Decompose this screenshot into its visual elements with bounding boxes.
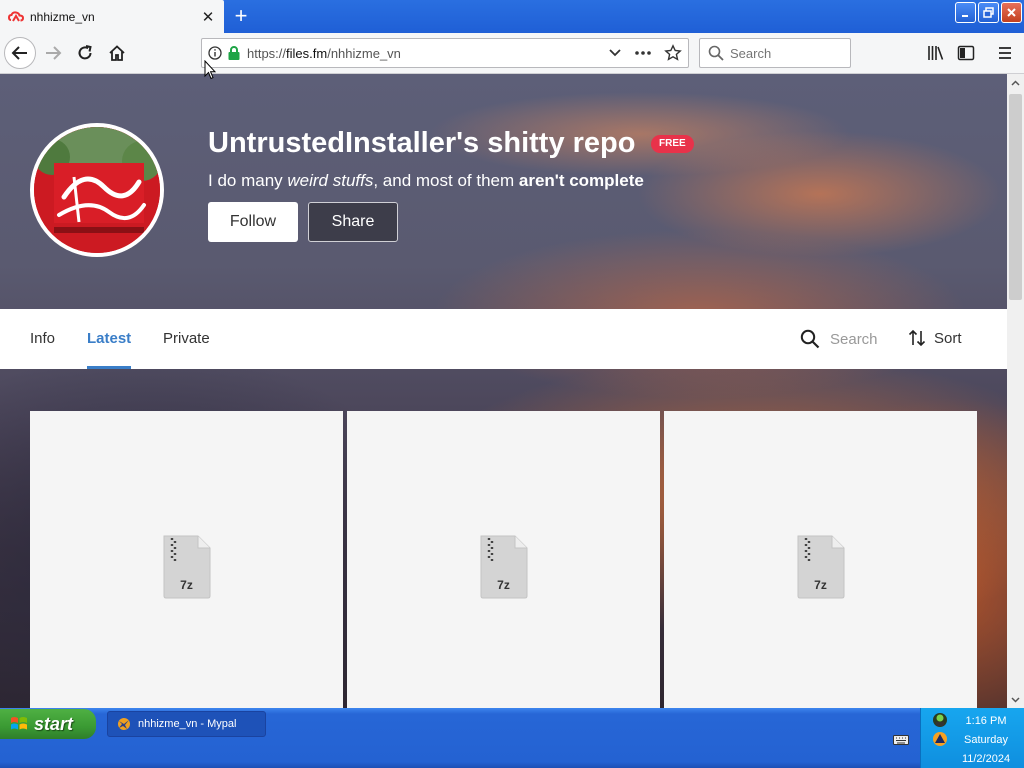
- profile-avatar[interactable]: [30, 123, 164, 257]
- forward-arrow-icon: [46, 46, 62, 60]
- back-arrow-icon: [11, 46, 27, 60]
- browser-search-box[interactable]: [699, 38, 851, 68]
- clock-date: 11/2/2024: [961, 753, 1011, 765]
- taskbar-window-item[interactable]: nhhizme_vn - Mypal: [107, 711, 266, 737]
- reload-icon: [78, 45, 92, 60]
- clock-time: 1:16 PM: [965, 715, 1007, 727]
- sidebar-icon: [957, 45, 975, 61]
- restore-button[interactable]: [978, 2, 999, 23]
- avatar-image-icon: [34, 127, 160, 253]
- scroll-up-button[interactable]: [1007, 74, 1024, 91]
- file-card[interactable]: 7z: [347, 411, 660, 708]
- free-badge: FREE: [651, 135, 694, 153]
- sidebar-toggle-button[interactable]: [951, 38, 981, 68]
- close-window-button[interactable]: [1001, 2, 1022, 23]
- browser-navbar: https://files.fm/nhhizme_vn: [0, 33, 1024, 74]
- reload-button[interactable]: [70, 38, 100, 68]
- back-button[interactable]: [4, 37, 36, 69]
- share-button[interactable]: Share: [308, 202, 398, 242]
- home-button[interactable]: [102, 38, 132, 68]
- sort-button[interactable]: Sort: [908, 329, 962, 347]
- file-extension: 7z: [497, 578, 510, 592]
- close-tab-icon[interactable]: ✕: [200, 9, 216, 26]
- scroll-down-button[interactable]: [1007, 691, 1024, 708]
- file-card[interactable]: 7z: [30, 411, 343, 708]
- taskbar-window-title: nhhizme_vn - Mypal: [138, 718, 237, 730]
- browser-search-input[interactable]: [730, 45, 840, 61]
- archive-file-icon: 7z: [479, 534, 529, 600]
- tray-network-icon[interactable]: [931, 730, 949, 748]
- chevron-down-icon: [1011, 696, 1020, 703]
- keyboard-layout-icon[interactable]: [893, 733, 909, 745]
- repo-description: I do many weird stuffs, and most of them…: [208, 171, 644, 190]
- bookmark-star-icon[interactable]: [664, 44, 682, 62]
- repo-title: UntrustedInstaller's shitty repo: [208, 127, 636, 159]
- archive-file-icon: 7z: [796, 534, 846, 600]
- windows-logo-icon: [11, 717, 27, 730]
- windows-taskbar: start nhhizme_vn - Mypal 1:16 PM Saturda…: [0, 708, 1024, 768]
- browser-titlebar: nhhizme_vn ✕ +: [0, 0, 1024, 33]
- url-text[interactable]: https://files.fm/nhhizme_vn: [247, 46, 608, 61]
- tray-clock[interactable]: 1:16 PM Saturday 11/2/2024: [951, 712, 1021, 768]
- profile-header: UntrustedInstaller's shitty repo FREE I …: [0, 74, 1007, 309]
- sort-label: Sort: [934, 329, 962, 347]
- scrollbar-thumb[interactable]: [1009, 94, 1022, 300]
- tab-latest[interactable]: Latest: [87, 309, 132, 369]
- follow-button[interactable]: Follow: [208, 202, 298, 242]
- browser-tab[interactable]: nhhizme_vn ✕: [0, 0, 224, 33]
- content-search-label: Search: [830, 330, 878, 348]
- page-viewport: UntrustedInstaller's shitty repo FREE I …: [0, 74, 1007, 708]
- file-card[interactable]: 7z: [664, 411, 977, 708]
- search-icon: [800, 329, 820, 349]
- info-icon[interactable]: [208, 46, 222, 60]
- content-search-button[interactable]: Search: [800, 329, 878, 349]
- browser-tab-title: nhhizme_vn: [30, 9, 95, 24]
- new-tab-button[interactable]: +: [228, 4, 254, 30]
- tab-info[interactable]: Info: [30, 309, 55, 369]
- filesfm-logo-icon: [8, 9, 24, 25]
- home-icon: [109, 45, 125, 61]
- library-button[interactable]: [921, 38, 951, 68]
- start-button[interactable]: start: [0, 709, 96, 739]
- tab-private[interactable]: Private: [163, 309, 210, 369]
- more-actions-icon[interactable]: [634, 50, 652, 56]
- chevron-up-icon: [1011, 79, 1020, 86]
- file-grid: 7z 7z 7z: [30, 411, 977, 708]
- hamburger-menu-icon: [999, 47, 1011, 59]
- sort-arrows-icon: [908, 329, 926, 347]
- file-extension: 7z: [180, 578, 193, 592]
- minimize-button[interactable]: [955, 2, 976, 23]
- mouse-pointer-icon: [204, 60, 216, 80]
- tray-app-icon[interactable]: [931, 711, 949, 729]
- mypal-browser-icon: [118, 718, 130, 730]
- content-tabs-bar: Info Latest Private Search Sort: [0, 309, 1007, 369]
- system-tray: 1:16 PM Saturday 11/2/2024: [920, 708, 1024, 768]
- page-scrollbar[interactable]: [1007, 74, 1024, 708]
- chevron-down-icon[interactable]: [608, 48, 622, 58]
- library-icon: [928, 46, 944, 60]
- search-icon: [708, 45, 724, 61]
- menu-button[interactable]: [990, 38, 1020, 68]
- url-bar[interactable]: https://files.fm/nhhizme_vn: [201, 38, 689, 68]
- window-controls: [955, 2, 1022, 23]
- start-label: start: [34, 713, 74, 734]
- clock-day: Saturday: [963, 734, 1009, 746]
- archive-file-icon: 7z: [162, 534, 212, 600]
- forward-button[interactable]: [38, 38, 68, 68]
- lock-icon: [228, 46, 240, 60]
- file-extension: 7z: [814, 578, 827, 592]
